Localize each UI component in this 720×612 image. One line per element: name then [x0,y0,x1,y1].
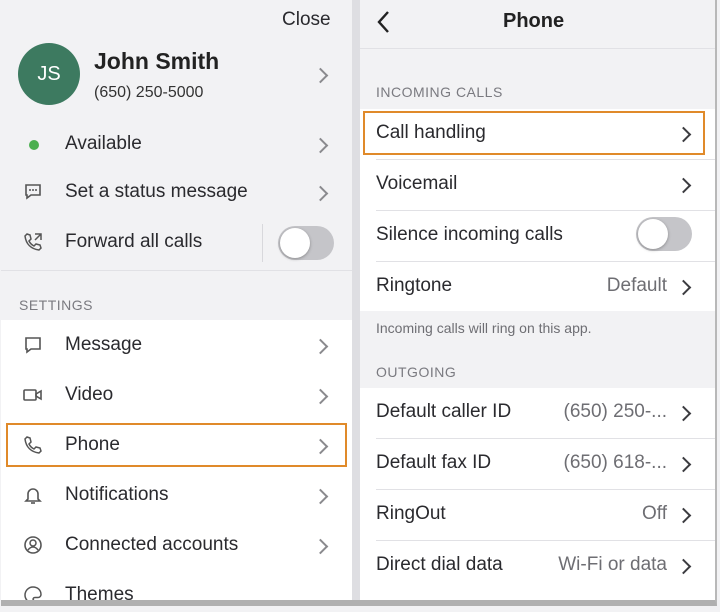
sidebar-item-connected-accounts[interactable]: Connected accounts [1,520,352,570]
highlight-phone [6,423,347,467]
chevron-right-icon [675,558,692,575]
status-item-label: Forward all calls [65,231,203,252]
chevron-right-icon [675,279,692,296]
sidebar-item-label: Themes [65,584,134,605]
default-fax-id-row[interactable]: Default fax ID (650) 618-... [360,439,715,489]
bell-icon [22,484,44,506]
default-caller-id-row[interactable]: Default caller ID (650) 250-... [360,388,715,438]
row-label: RingOut [376,503,446,524]
sidebar-item-video[interactable]: Video [1,370,352,420]
highlight-call-handling [363,111,705,155]
status-item-forward-all-calls: Forward all calls [1,220,352,266]
profile-row[interactable]: JS John Smith (650) 250-5000 [1,38,352,120]
chevron-right-icon [675,405,692,422]
forward-call-icon [22,231,44,253]
green-dot-icon [29,140,39,150]
row-label: Default fax ID [376,452,492,473]
close-button[interactable]: Close [282,9,331,31]
message-icon [22,334,44,356]
sidebar-item-label: Notifications [65,484,169,505]
sidebar-item-label: Message [65,334,143,355]
page-title: Phone [503,10,565,32]
avatar-initials: JS [37,62,61,85]
status-item-label: Available [65,133,142,154]
outgoing-header: OUTGOING [376,364,457,380]
ringout-row[interactable]: RingOut Off [360,490,715,540]
row-label: Direct dial data [376,554,503,575]
phone-settings-panel: Phone INCOMING CALLS Call handling Voice… [360,0,715,600]
row-label: Ringtone [376,275,453,296]
video-icon [22,384,44,406]
incoming-note: Incoming calls will ring on this app. [376,320,592,336]
chevron-right-icon [675,456,692,473]
silence-incoming-calls-toggle[interactable] [636,217,692,251]
silence-incoming-calls-row: Silence incoming calls [360,211,715,261]
sidebar-item-notifications[interactable]: Notifications [1,470,352,520]
panel-divider [352,0,360,600]
chevron-right-icon [675,507,692,524]
chevron-right-icon [312,67,329,84]
profile-name: John Smith [94,48,220,74]
sidebar-item-themes[interactable]: Themes [1,570,352,605]
sidebar-item-label: Video [65,384,114,405]
message-status-icon [22,181,44,203]
row-value: (650) 618-... [563,452,668,473]
ringtone-row[interactable]: Ringtone Default [360,262,715,312]
chevron-right-icon [312,137,329,154]
voicemail-row[interactable]: Voicemail [360,160,715,210]
divider [262,224,263,262]
row-value: Off [642,503,667,524]
section-divider [1,270,352,271]
row-label: Default caller ID [376,401,512,422]
sidebar-item-label: Connected accounts [65,534,239,555]
profile-phone: (650) 250-5000 [94,84,204,101]
row-label: Voicemail [376,173,458,194]
row-label: Silence incoming calls [376,224,563,245]
row-value: Default [606,275,667,296]
outgoing-list: Default caller ID (650) 250-... Default … [360,388,715,600]
status-item-label: Set a status message [65,181,248,202]
palette-icon [22,584,44,600]
chevron-right-icon [312,338,329,355]
avatar: JS [18,43,80,105]
row-value: Wi-Fi or data [558,554,667,575]
header-divider [360,48,715,49]
sidebar-item-message[interactable]: Message [1,320,352,370]
account-icon [22,534,44,556]
direct-dial-data-row[interactable]: Direct dial data Wi-Fi or data [360,541,715,591]
chevron-right-icon [675,177,692,194]
incoming-calls-header: INCOMING CALLS [376,84,503,100]
forward-all-calls-toggle[interactable] [278,226,334,260]
status-item-set-status-message[interactable]: Set a status message [1,170,352,216]
app-frame: Close JS John Smith (650) 250-5000 Avail… [1,0,717,606]
back-button[interactable] [374,9,394,35]
chevron-right-icon [312,185,329,202]
status-item-available[interactable]: Available [1,122,352,168]
row-value: (650) 250-... [563,401,668,422]
chevron-right-icon [312,488,329,505]
settings-menu-panel: Close JS John Smith (650) 250-5000 Avail… [1,0,352,600]
chevron-right-icon [312,388,329,405]
chevron-right-icon [312,538,329,555]
settings-section-header: SETTINGS [19,297,94,313]
